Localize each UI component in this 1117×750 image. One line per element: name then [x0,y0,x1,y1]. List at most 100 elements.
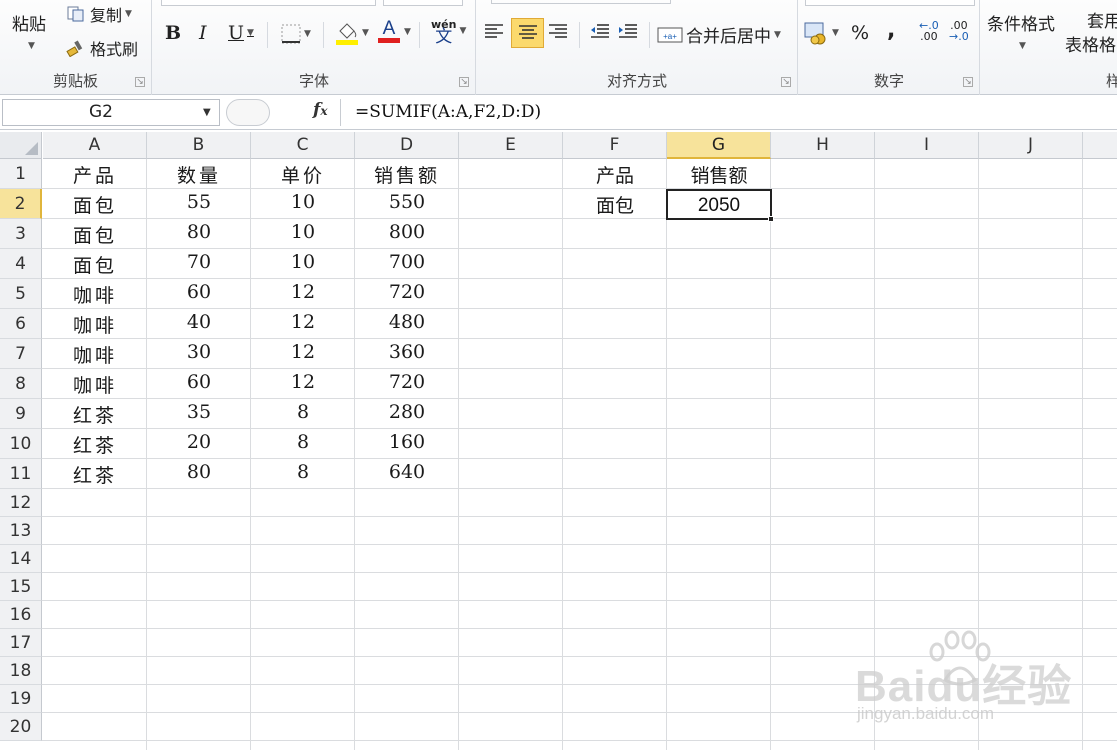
cell-b3[interactable]: 80 [147,221,251,243]
cell-d11[interactable]: 640 [355,461,459,483]
borders-button[interactable]: ▼ [281,24,311,44]
font-color-button[interactable]: A ▼ [377,19,411,43]
row-header-9[interactable]: 9 [0,399,42,429]
row-header-17[interactable]: 17 [0,629,42,657]
column-header-h[interactable]: H [771,132,875,159]
cell-a6[interactable]: 咖啡 [43,311,147,338]
row-header-15[interactable]: 15 [0,573,42,601]
cell-b5[interactable]: 60 [147,281,251,303]
fill-handle[interactable] [768,216,774,222]
cell-d7[interactable]: 360 [355,341,459,363]
column-header-e[interactable]: E [459,132,563,159]
cell-b1[interactable]: 数量 [147,161,251,188]
conditional-format-button[interactable]: 条件格式 ▼ [987,10,1055,51]
row-header-18[interactable]: 18 [0,657,42,685]
column-header-c[interactable]: C [251,132,355,159]
decrease-decimal-button[interactable]: .00 →.0 [949,20,969,42]
percent-button[interactable]: % [851,22,869,44]
cell-d9[interactable]: 280 [355,401,459,423]
column-header-j[interactable]: J [979,132,1083,159]
row-header-3[interactable]: 3 [0,219,42,249]
cell-d1[interactable]: 销售额 [355,161,459,188]
cell-g1[interactable]: 销售额 [667,161,771,188]
cell-b7[interactable]: 30 [147,341,251,363]
dialog-launcher-icon[interactable]: ↘ [781,77,791,87]
cell-f1[interactable]: 产品 [563,161,667,188]
row-header-11[interactable]: 11 [0,459,42,489]
active-cell-g2[interactable]: 2050 [666,189,774,222]
cell-d6[interactable]: 480 [355,311,459,333]
row-header-8[interactable]: 8 [0,369,42,399]
column-header-b[interactable]: B [147,132,251,159]
column-header-k[interactable] [1083,132,1117,159]
paste-button[interactable]: 粘贴 ▼ [12,10,46,51]
row-header-14[interactable]: 14 [0,545,42,573]
align-right-button[interactable] [547,22,569,42]
cell-c8[interactable]: 12 [251,371,355,393]
cell-d8[interactable]: 720 [355,371,459,393]
cell-c5[interactable]: 12 [251,281,355,303]
align-center-button[interactable] [511,18,544,48]
dialog-launcher-icon[interactable]: ↘ [963,77,973,87]
cell-a4[interactable]: 面包 [43,251,147,278]
column-header-f[interactable]: F [563,132,667,159]
comma-button[interactable]: , [887,18,895,43]
italic-button[interactable]: I [199,22,207,44]
cell-c1[interactable]: 单价 [251,161,355,188]
formula-input[interactable]: =SUMIF(A:A,F2,D:D) [340,99,1117,126]
cell-b6[interactable]: 40 [147,311,251,333]
cell-a10[interactable]: 红茶 [43,431,147,458]
insert-function-icon[interactable]: fx [313,100,327,120]
cell-a5[interactable]: 咖啡 [43,281,147,308]
cell-d3[interactable]: 800 [355,221,459,243]
cell-c3[interactable]: 10 [251,221,355,243]
cell-c7[interactable]: 12 [251,341,355,363]
cell-a8[interactable]: 咖啡 [43,371,147,398]
increase-decimal-button[interactable]: ←.0 .00 [919,20,939,42]
cell-d2[interactable]: 550 [355,191,459,213]
cell-a11[interactable]: 红茶 [43,461,147,488]
select-all-button[interactable] [0,132,42,159]
cell-f2[interactable]: 面包 [563,191,667,218]
row-header-19[interactable]: 19 [0,685,42,713]
cell-c2[interactable]: 10 [251,191,355,213]
cell-c4[interactable]: 10 [251,251,355,273]
underline-button[interactable]: U ▼ [228,22,254,44]
column-header-d[interactable]: D [355,132,459,159]
decrease-indent-button[interactable] [589,22,611,42]
merge-center-button[interactable]: +a+ 合并后居中 ▼ [657,22,781,47]
row-header-4[interactable]: 4 [0,249,42,279]
cell-a9[interactable]: 红茶 [43,401,147,428]
row-header-13[interactable]: 13 [0,517,42,545]
cell-a1[interactable]: 产品 [43,161,147,188]
row-header-16[interactable]: 16 [0,601,42,629]
format-painter-button[interactable]: 格式刷 [66,36,138,60]
cell-b9[interactable]: 35 [147,401,251,423]
row-header-7[interactable]: 7 [0,339,42,369]
phonetic-button[interactable]: wén 文 ▼ [431,18,466,46]
cell-b2[interactable]: 55 [147,191,251,213]
cell-c11[interactable]: 8 [251,461,355,483]
column-header-a[interactable]: A [43,132,147,159]
cell-c9[interactable]: 8 [251,401,355,423]
cell-b8[interactable]: 60 [147,371,251,393]
cell-d10[interactable]: 160 [355,431,459,453]
cell-b11[interactable]: 80 [147,461,251,483]
font-size-combo[interactable] [383,0,463,6]
column-header-i[interactable]: I [875,132,979,159]
cell-c6[interactable]: 12 [251,311,355,333]
cell-a2[interactable]: 面包 [43,191,147,218]
cell-b10[interactable]: 20 [147,431,251,453]
name-box[interactable]: G2 [2,99,220,126]
chevron-down-icon[interactable]: ▼ [203,107,211,118]
increase-indent-button[interactable] [617,22,639,42]
number-format-combo[interactable] [805,0,975,6]
cell-c10[interactable]: 8 [251,431,355,453]
row-header-5[interactable]: 5 [0,279,42,309]
cell-b4[interactable]: 70 [147,251,251,273]
bold-button[interactable]: B [165,22,181,44]
cell-a7[interactable]: 咖啡 [43,341,147,368]
row-header-2[interactable]: 2 [0,189,42,219]
cell-d5[interactable]: 720 [355,281,459,303]
row-header-1[interactable]: 1 [0,159,42,189]
